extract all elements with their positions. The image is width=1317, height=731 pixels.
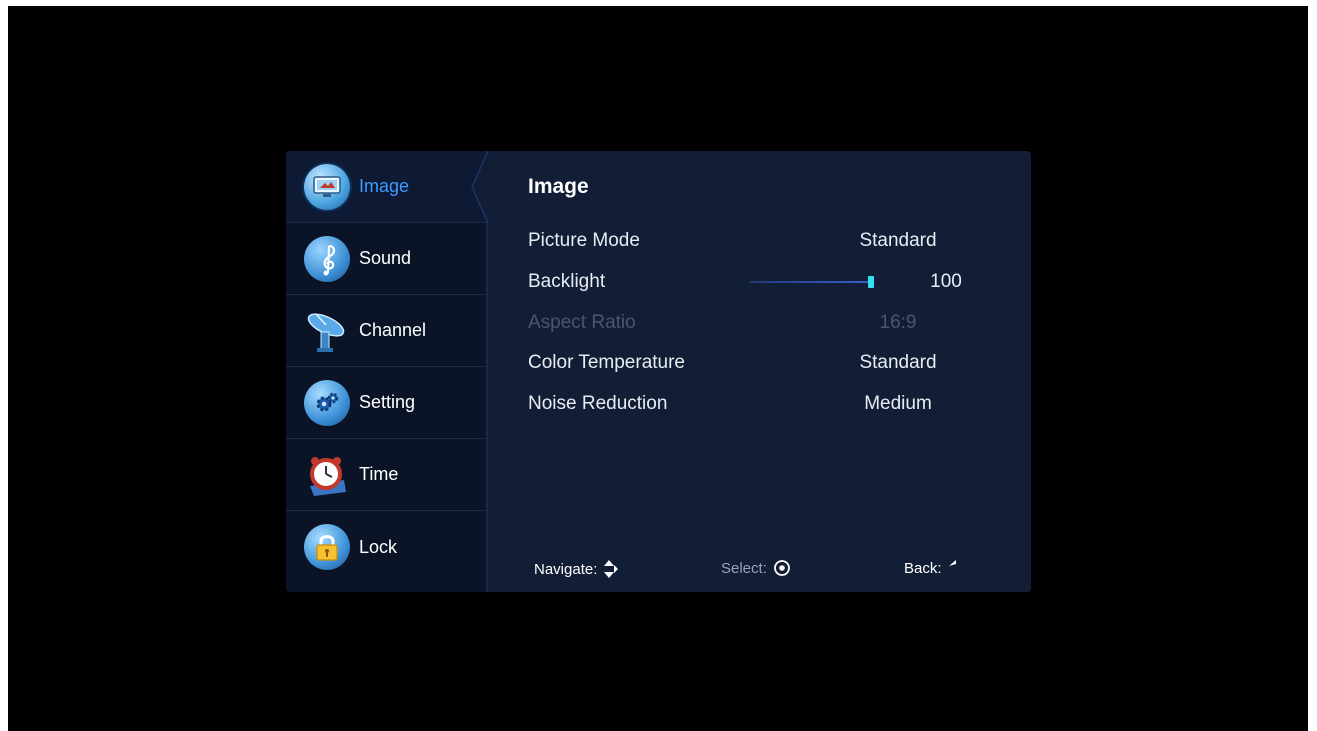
back-hint: Back: — [904, 559, 966, 577]
music-note-icon — [304, 235, 350, 282]
alarm-clock-icon — [304, 452, 350, 498]
row-label: Noise Reduction — [528, 393, 668, 414]
gears-icon — [304, 379, 350, 426]
menu-row-picture-mode[interactable]: Picture Mode Standard — [528, 226, 988, 256]
sidebar-item-label: Lock — [359, 536, 398, 557]
menu-row-aspect-ratio: Aspect Ratio 16:9 — [528, 308, 988, 338]
navigate-label: Navigate: — [534, 560, 598, 578]
sidebar-item-sound[interactable]: Sound — [286, 223, 486, 295]
back-label: Back: — [904, 559, 942, 577]
row-value: Standard — [859, 352, 937, 373]
navigate-hint: Navigate: — [534, 559, 619, 579]
sidebar-item-lock[interactable]: Lock — [286, 511, 486, 583]
ok-button-icon — [773, 560, 790, 576]
main-content: Image Picture Mode Standard Backlight 10… — [488, 151, 1031, 592]
row-value: 100 — [930, 271, 962, 292]
settings-panel: Image Sound Channel Setting Time Lock Im… — [286, 151, 1031, 592]
image-monitor-icon — [304, 163, 350, 210]
row-value: Standard — [859, 230, 937, 251]
row-label: Picture Mode — [528, 230, 640, 251]
sidebar-item-label: Channel — [359, 320, 427, 340]
sidebar-item-label: Time — [359, 464, 399, 484]
menu-row-noise-reduction[interactable]: Noise Reduction Medium — [528, 389, 988, 419]
back-arrow-icon — [948, 560, 956, 566]
sidebar-item-label: Image — [359, 176, 410, 196]
row-label: Aspect Ratio — [528, 312, 636, 333]
row-value: Medium — [864, 393, 932, 414]
row-label: Backlight — [528, 271, 606, 292]
row-label: Color Temperature — [528, 352, 686, 373]
tv-screen: Image Sound Channel Setting Time Lock Im… — [8, 6, 1308, 731]
active-indicator — [471, 151, 488, 223]
sidebar-item-image[interactable]: Image — [286, 151, 488, 223]
row-value: 16:9 — [879, 312, 917, 333]
sidebar-item-label: Setting — [359, 392, 416, 412]
navigate-arrows-icon — [604, 560, 619, 578]
sidebar-item-channel[interactable]: Channel — [286, 295, 486, 367]
sidebar-item-setting[interactable]: Setting — [286, 367, 486, 439]
menu-row-color-temperature[interactable]: Color Temperature Standard — [528, 348, 988, 378]
sidebar-item-time[interactable]: Time — [286, 439, 486, 511]
backlight-slider[interactable] — [750, 276, 874, 288]
select-label: Select: — [721, 559, 767, 577]
satellite-dish-icon — [304, 308, 350, 354]
slider-knob[interactable] — [868, 276, 874, 288]
footer-hints: Navigate: Select: Back: — [488, 559, 1031, 579]
padlock-icon — [304, 524, 350, 570]
sidebar-item-label: Sound — [359, 248, 412, 268]
sidebar: Image Sound Channel Setting Time Lock — [286, 151, 488, 592]
select-hint: Select: — [721, 559, 791, 577]
page-title: Image — [528, 175, 589, 198]
menu-row-backlight[interactable]: Backlight 100 — [528, 267, 988, 297]
